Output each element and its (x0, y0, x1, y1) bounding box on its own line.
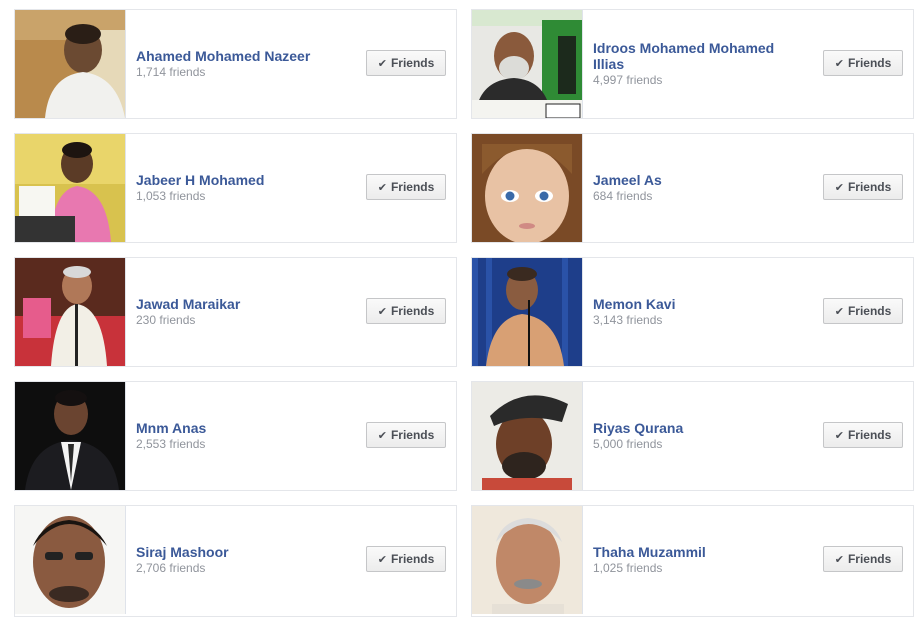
friend-name[interactable]: Thaha Muzammil (593, 544, 793, 560)
check-icon: ✔ (377, 305, 387, 318)
friends-button[interactable]: ✔ Friends (823, 174, 903, 200)
friend-info: Jawad Maraikar 230 friends (136, 258, 336, 366)
friend-info: Jabeer H Mohamed 1,053 friends (136, 134, 336, 242)
profile-photo-image (15, 10, 125, 118)
check-icon: ✔ (834, 181, 844, 194)
friend-card: Jawad Maraikar 230 friends ✔ Friends (14, 257, 457, 367)
friend-card: Ahamed Mohamed Nazeer 1,714 friends ✔ Fr… (14, 9, 457, 119)
friend-name[interactable]: Siraj Mashoor (136, 544, 336, 560)
friend-name[interactable]: Jameel As (593, 172, 793, 188)
friends-button[interactable]: ✔ Friends (823, 546, 903, 572)
friend-info: Riyas Qurana 5,000 friends (593, 382, 793, 490)
friend-card: Memon Kavi 3,143 friends ✔ Friends (471, 257, 914, 367)
friends-grid: Ahamed Mohamed Nazeer 1,714 friends ✔ Fr… (14, 9, 914, 617)
check-icon: ✔ (834, 305, 844, 318)
profile-photo[interactable] (15, 10, 126, 118)
friend-info: Thaha Muzammil 1,025 friends (593, 506, 793, 614)
profile-photo-image (15, 382, 125, 490)
friends-button-label: Friends (390, 56, 435, 70)
friend-count: 230 friends (136, 313, 196, 327)
friend-info: Ahamed Mohamed Nazeer 1,714 friends (136, 10, 336, 118)
friends-button[interactable]: ✔ Friends (366, 422, 446, 448)
friend-name[interactable]: Memon Kavi (593, 296, 793, 312)
friends-button-label: Friends (847, 56, 892, 70)
friends-button-label: Friends (390, 552, 435, 566)
profile-photo[interactable] (472, 258, 583, 366)
profile-photo-image (472, 506, 582, 614)
friends-button[interactable]: ✔ Friends (366, 546, 446, 572)
check-icon: ✔ (834, 553, 844, 566)
friends-button-label: Friends (847, 180, 892, 194)
friend-card: Jameel As 684 friends ✔ Friends (471, 133, 914, 243)
profile-photo[interactable] (472, 134, 583, 242)
check-icon: ✔ (377, 429, 387, 442)
friend-count: 3,143 friends (593, 313, 663, 327)
friends-button[interactable]: ✔ Friends (823, 50, 903, 76)
friends-button[interactable]: ✔ Friends (366, 50, 446, 76)
friends-button[interactable]: ✔ Friends (366, 174, 446, 200)
friends-button-label: Friends (390, 428, 435, 442)
friends-button[interactable]: ✔ Friends (823, 298, 903, 324)
friend-count: 684 friends (593, 189, 653, 203)
friends-button[interactable]: ✔ Friends (366, 298, 446, 324)
profile-photo[interactable] (15, 382, 126, 490)
profile-photo-image (472, 382, 582, 490)
friends-button-label: Friends (847, 552, 892, 566)
friend-count: 4,997 friends (593, 73, 663, 87)
friend-count: 1,714 friends (136, 65, 206, 79)
friend-card: Siraj Mashoor 2,706 friends ✔ Friends (14, 505, 457, 617)
friends-button-label: Friends (847, 428, 892, 442)
friend-count: 1,025 friends (593, 561, 663, 575)
profile-photo-image (472, 134, 582, 242)
profile-photo[interactable] (15, 506, 126, 614)
friends-button-label: Friends (390, 180, 435, 194)
friend-name[interactable]: Jabeer H Mohamed (136, 172, 336, 188)
check-icon: ✔ (834, 429, 844, 442)
profile-photo[interactable] (15, 134, 126, 242)
profile-photo-image (15, 506, 125, 614)
profile-photo-image (15, 134, 125, 242)
profile-photo[interactable] (472, 10, 583, 118)
friend-info: Idroos Mohamed Mohamed Illias 4,997 frie… (593, 10, 793, 118)
friend-count: 2,706 friends (136, 561, 206, 575)
friend-info: Siraj Mashoor 2,706 friends (136, 506, 336, 614)
check-icon: ✔ (834, 57, 844, 70)
friend-name[interactable]: Ahamed Mohamed Nazeer (136, 48, 336, 64)
friends-button[interactable]: ✔ Friends (823, 422, 903, 448)
check-icon: ✔ (377, 553, 387, 566)
friends-button-label: Friends (847, 304, 892, 318)
friend-card: Riyas Qurana 5,000 friends ✔ Friends (471, 381, 914, 491)
friend-count: 5,000 friends (593, 437, 663, 451)
profile-photo[interactable] (15, 258, 126, 366)
friend-name[interactable]: Jawad Maraikar (136, 296, 336, 312)
friend-card: Idroos Mohamed Mohamed Illias 4,997 frie… (471, 9, 914, 119)
friends-button-label: Friends (390, 304, 435, 318)
check-icon: ✔ (377, 181, 387, 194)
friend-name[interactable]: Idroos Mohamed Mohamed Illias (593, 40, 793, 72)
profile-photo[interactable] (472, 506, 583, 614)
profile-photo-image (15, 258, 125, 366)
friend-count: 2,553 friends (136, 437, 206, 451)
friend-count: 1,053 friends (136, 189, 206, 203)
friend-info: Memon Kavi 3,143 friends (593, 258, 793, 366)
profile-photo-image (472, 10, 582, 118)
profile-photo-image (472, 258, 582, 366)
friend-name[interactable]: Mnm Anas (136, 420, 336, 436)
friend-name[interactable]: Riyas Qurana (593, 420, 793, 436)
profile-photo[interactable] (472, 382, 583, 490)
friend-info: Mnm Anas 2,553 friends (136, 382, 336, 490)
check-icon: ✔ (377, 57, 387, 70)
friend-card: Mnm Anas 2,553 friends ✔ Friends (14, 381, 457, 491)
friend-info: Jameel As 684 friends (593, 134, 793, 242)
friend-card: Jabeer H Mohamed 1,053 friends ✔ Friends (14, 133, 457, 243)
friend-card: Thaha Muzammil 1,025 friends ✔ Friends (471, 505, 914, 617)
